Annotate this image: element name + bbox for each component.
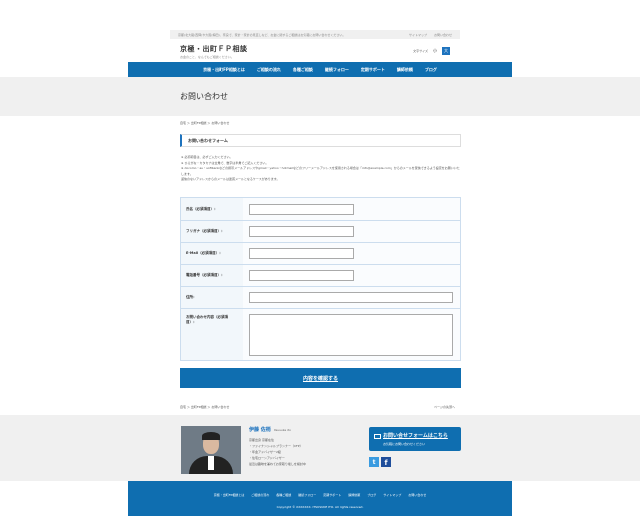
top-links: サイトマップ お問い合わせ <box>403 33 452 37</box>
nav-item-about[interactable]: 京極・出町FP相談とは <box>197 62 251 77</box>
font-size-label: 文字サイズ <box>413 49 428 53</box>
field-label-message: お問い合わせ内容（必須項目）： <box>181 309 243 360</box>
field-label-email: E-Mail（必須項目）： <box>181 243 243 264</box>
nav-item-blog[interactable]: ブログ <box>419 62 443 77</box>
form-title: お問い合わせフォーム <box>180 134 461 147</box>
main-nav: 京極・出町FP相談とは ご相談の流れ 各種ご相談 継続フォロー 定期サポート 講… <box>128 62 512 77</box>
profile-name-en: itsusuke ito <box>273 428 291 432</box>
profile-photo <box>181 426 241 474</box>
form-row-email: E-Mail（必須項目）： <box>181 243 460 265</box>
profile-line: 最近は趣味を兼ねてお家取り壊しを検討中 <box>249 462 306 466</box>
footer-link[interactable]: 各種ご相談 <box>276 493 291 497</box>
breadcrumb[interactable]: 自宅 ＞ 出町FP相談 ＞ お問い合わせ <box>180 121 229 125</box>
field-label-address: 住所： <box>181 287 243 308</box>
site-header: 京極・出町ＦＰ相談 お金のこと、なんでもご相談ください。 文字サイズ 小 大 <box>170 40 460 62</box>
site-footer: 京極・出町FP相談とは ご相談の流れ 各種ご相談 継続フォロー 定期サポート 講… <box>128 481 512 516</box>
font-size-control: 文字サイズ 小 大 <box>413 47 450 55</box>
footer-link[interactable]: ご相談の流れ <box>251 493 269 497</box>
footer-link[interactable]: 継続フォロー <box>298 493 316 497</box>
email-input[interactable] <box>249 248 354 259</box>
page-title: お問い合わせ <box>180 92 228 101</box>
font-large-button[interactable]: 大 <box>442 47 450 55</box>
footer-link[interactable]: 講師依頼 <box>348 493 360 497</box>
kana-input[interactable] <box>249 226 354 237</box>
site-logo[interactable]: 京極・出町ＦＰ相談 お金のこと、なんでもご相談ください。 <box>180 44 248 59</box>
confirm-submit-button[interactable]: 内容を確認する <box>180 368 461 388</box>
field-label-name: 氏名（必須項目）： <box>181 198 243 220</box>
nav-item-lecture[interactable]: 講師依頼 <box>391 62 419 77</box>
form-row-name: 氏名（必須項目）： <box>181 198 460 221</box>
name-input[interactable] <box>249 203 354 215</box>
font-small-button[interactable]: 小 <box>431 47 439 55</box>
profile-name-ja: 伊藤 佐梢 <box>249 427 271 433</box>
footer-nav: 京極・出町FP相談とは ご相談の流れ 各種ご相談 継続フォロー 定期サポート 講… <box>128 493 512 497</box>
form-row-phone: 電話番号（必須項目）： <box>181 265 460 287</box>
note-spam: 返信のないアドレスからのメールは迷惑メールとなるケースがあります。 <box>181 177 280 181</box>
profile-desc: 京都出身 京都在住 ・ファイナンシャルプランナー（CFP） ・年金アドバイザー2… <box>249 437 306 467</box>
twitter-icon[interactable]: t <box>369 457 379 467</box>
address-input[interactable] <box>249 292 453 303</box>
footer-link[interactable]: お問い合わせ <box>408 493 426 497</box>
mail-icon <box>374 434 381 439</box>
logo-title: 京極・出町ＦＰ相談 <box>180 44 248 53</box>
nav-item-consult[interactable]: 各種ご相談 <box>287 62 319 77</box>
bottom-breadcrumb[interactable]: 自宅 ＞ 出町FP相談 ＞ お問い合わせ <box>180 405 229 409</box>
message-textarea[interactable] <box>249 313 453 356</box>
nav-item-flow[interactable]: ご相談の流れ <box>251 62 287 77</box>
facebook-icon[interactable]: f <box>381 457 391 467</box>
logo-subtitle: お金のこと、なんでもご相談ください。 <box>180 54 234 59</box>
footer-link[interactable]: 京極・出町FP相談とは <box>214 493 245 497</box>
phone-input[interactable] <box>249 270 354 281</box>
form-row-kana: フリガナ（必須項目）： <box>181 221 460 243</box>
footer-link[interactable]: 定期サポート <box>323 493 341 497</box>
form-notes: ※ 必須項目は、必ずご入力ください。 ※ ひらがな・カタカナは全角で、数字は半角… <box>181 155 461 183</box>
field-label-phone: 電話番号（必須項目）： <box>181 265 243 286</box>
form-row-message: お問い合わせ内容（必須項目）： <box>181 309 460 360</box>
field-label-kana: フリガナ（必須項目）： <box>181 221 243 242</box>
profile-section <box>0 415 640 481</box>
site-tagline: 京都(北大路/西陣)や大阪(梅田)、奈良で、家計・家計の見直しなど、お金に関する… <box>178 32 346 37</box>
note-mail: ※ docomo・au・softbankなどの携帯メールアドレスやgmail・y… <box>181 166 460 176</box>
form-row-address: 住所： <box>181 287 460 309</box>
contact-form-table: 氏名（必須項目）： フリガナ（必須項目）： E-Mail（必須項目）： 電話番号… <box>180 197 461 361</box>
contact-link[interactable]: お問い合わせ <box>434 33 452 37</box>
contact-form-button[interactable]: お問い合せフォームはこちら お気軽にお問い合わせください <box>369 427 461 451</box>
copyright: Copyright © XXXXXXX. ITSUSUKE ITO. All r… <box>276 505 364 509</box>
footer-link[interactable]: ブログ <box>367 493 376 497</box>
contact-button-label: お問い合せフォームはこちら <box>383 433 448 439</box>
sitemap-link[interactable]: サイトマップ <box>409 33 427 37</box>
profile-name: 伊藤 佐梢 itsusuke ito <box>249 426 291 433</box>
nav-item-follow[interactable]: 継続フォロー <box>319 62 355 77</box>
title-band: お問い合わせ <box>0 77 640 116</box>
contact-button-sub: お気軽にお問い合わせください <box>383 442 426 446</box>
nav-item-support[interactable]: 定期サポート <box>355 62 391 77</box>
top-strip: 京都(北大路/西陣)や大阪(梅田)、奈良で、家計・家計の見直しなど、お金に関する… <box>170 30 460 39</box>
page-top-link[interactable]: ページの先頭へ <box>434 405 455 409</box>
footer-link[interactable]: サイトマップ <box>383 493 401 497</box>
